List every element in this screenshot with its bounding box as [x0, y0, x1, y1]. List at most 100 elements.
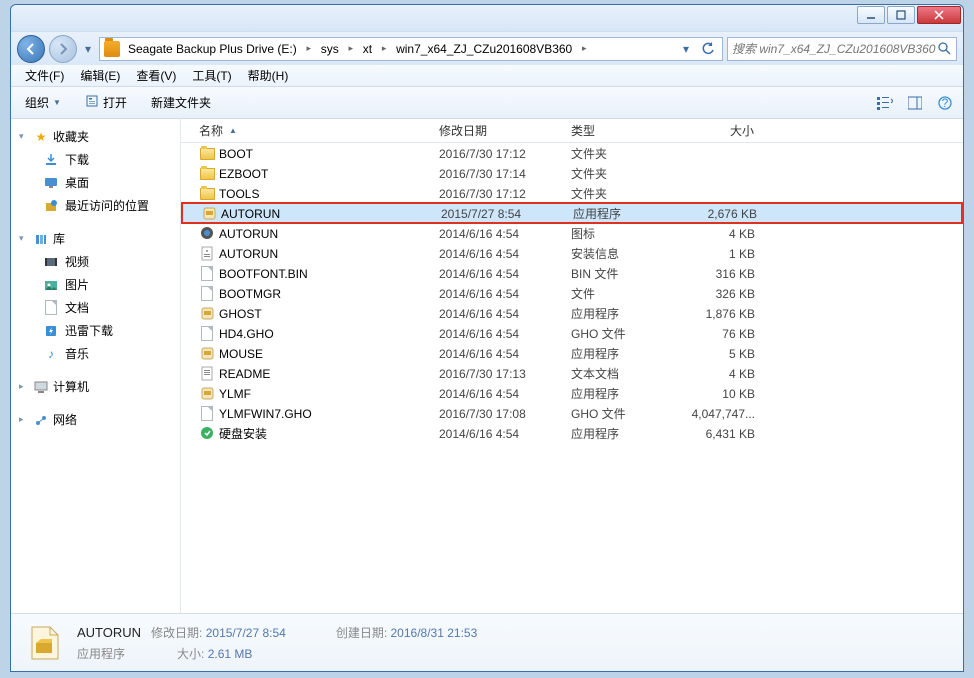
- sidebar-item-pictures[interactable]: 图片: [11, 273, 180, 296]
- file-size: 4 KB: [677, 367, 769, 381]
- chevron-right-icon[interactable]: ▸: [345, 38, 357, 60]
- file-date: 2014/6/16 4:54: [433, 287, 565, 301]
- file-name: 硬盘安装: [219, 425, 267, 442]
- menu-edit[interactable]: 编辑(E): [74, 65, 126, 86]
- refresh-button[interactable]: [698, 39, 718, 59]
- file-row[interactable]: EZBOOT2016/7/30 17:14文件夹: [181, 163, 963, 183]
- col-type[interactable]: 类型: [565, 119, 677, 142]
- file-row[interactable]: YLMF2014/6/16 4:54应用程序10 KB: [181, 383, 963, 403]
- file-row[interactable]: MOUSE2014/6/16 4:54应用程序5 KB: [181, 343, 963, 363]
- maximize-button[interactable]: [887, 6, 915, 24]
- sidebar-favorites[interactable]: ▾ ★ 收藏夹: [11, 125, 180, 148]
- file-row[interactable]: 硬盘安装2014/6/16 4:54应用程序6,431 KB: [181, 423, 963, 443]
- minimize-button[interactable]: [857, 6, 885, 24]
- menu-tools[interactable]: 工具(T): [186, 65, 237, 86]
- crumb-3[interactable]: win7_x64_ZJ_CZu201608VB360: [392, 38, 576, 60]
- file-name: HD4.GHO: [219, 327, 274, 341]
- file-row[interactable]: AUTORUN2014/6/16 4:54图标4 KB: [181, 223, 963, 243]
- forward-button[interactable]: [49, 35, 77, 63]
- file-icon: [199, 426, 215, 442]
- file-row[interactable]: BOOTFONT.BIN2014/6/16 4:54BIN 文件316 KB: [181, 263, 963, 283]
- file-row[interactable]: AUTORUN2015/7/27 8:54应用程序2,676 KB: [181, 202, 963, 224]
- file-row[interactable]: GHOST2014/6/16 4:54应用程序1,876 KB: [181, 303, 963, 323]
- chevron-down-icon: ▼: [53, 98, 61, 107]
- open-button[interactable]: 打开: [79, 92, 133, 113]
- file-name: BOOTFONT.BIN: [219, 267, 308, 281]
- file-list-area: 名称▲ 修改日期 类型 大小 BOOT2016/7/30 17:12文件夹EZB…: [181, 119, 963, 613]
- col-name[interactable]: 名称▲: [181, 119, 433, 142]
- col-date[interactable]: 修改日期: [433, 119, 565, 142]
- file-date: 2014/6/16 4:54: [433, 387, 565, 401]
- details-type: 应用程序: [77, 645, 125, 662]
- sidebar-libraries[interactable]: ▾ 库: [11, 227, 180, 250]
- file-name: YLMF: [219, 387, 251, 401]
- file-type: 图标: [565, 225, 677, 242]
- organize-button[interactable]: 组织 ▼: [19, 92, 67, 113]
- new-folder-button[interactable]: 新建文件夹: [145, 92, 217, 113]
- search-icon[interactable]: [936, 42, 952, 55]
- addr-dropdown[interactable]: ▾: [676, 39, 696, 59]
- file-name: YLMFWIN7.GHO: [219, 407, 312, 421]
- file-icon: [199, 406, 215, 422]
- close-button[interactable]: [917, 6, 961, 24]
- library-icon: [33, 231, 49, 247]
- sidebar-item-music[interactable]: ♪音乐: [11, 342, 180, 365]
- file-row[interactable]: HD4.GHO2014/6/16 4:54GHO 文件76 KB: [181, 323, 963, 343]
- menu-view[interactable]: 查看(V): [130, 65, 182, 86]
- chevron-right-icon[interactable]: ▸: [378, 38, 390, 60]
- open-icon: [85, 94, 99, 111]
- search-box[interactable]: [727, 37, 957, 61]
- sidebar-item-videos[interactable]: 视频: [11, 250, 180, 273]
- crumb-1[interactable]: sys: [317, 38, 343, 60]
- chevron-right-icon[interactable]: ▸: [303, 38, 315, 60]
- search-input[interactable]: [732, 42, 936, 56]
- sidebar-item-downloads[interactable]: 下载: [11, 148, 180, 171]
- collapse-icon: ▾: [19, 131, 29, 142]
- file-row[interactable]: README2016/7/30 17:13文本文档4 KB: [181, 363, 963, 383]
- sidebar-item-thunder[interactable]: 迅雷下载: [11, 319, 180, 342]
- file-date: 2014/6/16 4:54: [433, 327, 565, 341]
- file-row[interactable]: BOOT2016/7/30 17:12文件夹: [181, 143, 963, 163]
- sidebar-item-desktop[interactable]: 桌面: [11, 171, 180, 194]
- drive-icon: [104, 41, 120, 57]
- crumb-2[interactable]: xt: [359, 38, 376, 60]
- desktop-icon: [43, 175, 59, 191]
- details-size: 2.61 MB: [208, 647, 253, 661]
- file-row[interactable]: BOOTMGR2014/6/16 4:54文件326 KB: [181, 283, 963, 303]
- expand-icon: ▸: [19, 381, 29, 392]
- file-icon: [199, 186, 215, 202]
- menu-help[interactable]: 帮助(H): [242, 65, 295, 86]
- file-icon: [199, 226, 215, 242]
- menu-bar: 文件(F) 编辑(E) 查看(V) 工具(T) 帮助(H): [11, 65, 963, 87]
- crumb-0[interactable]: Seagate Backup Plus Drive (E:): [124, 38, 301, 60]
- file-date: 2014/6/16 4:54: [433, 347, 565, 361]
- titlebar: [11, 5, 963, 31]
- file-name: TOOLS: [219, 187, 259, 201]
- preview-pane-button[interactable]: [905, 93, 925, 113]
- file-row[interactable]: AUTORUN2014/6/16 4:54安装信息1 KB: [181, 243, 963, 263]
- sidebar-network[interactable]: ▸ 网络: [11, 408, 180, 431]
- details-pane: AUTORUN 修改日期: 2015/7/27 8:54 创建日期: 2016/…: [11, 613, 963, 671]
- sidebar-computer[interactable]: ▸ 计算机: [11, 375, 180, 398]
- col-size[interactable]: 大小: [677, 119, 769, 142]
- menu-file[interactable]: 文件(F): [19, 65, 70, 86]
- file-icon: [199, 286, 215, 302]
- address-bar[interactable]: Seagate Backup Plus Drive (E:) ▸ sys ▸ x…: [99, 37, 723, 61]
- file-size: 6,431 KB: [677, 427, 769, 441]
- details-modified: 2015/7/27 8:54: [206, 626, 286, 640]
- file-row[interactable]: TOOLS2016/7/30 17:12文件夹: [181, 183, 963, 203]
- help-button[interactable]: ?: [935, 93, 955, 113]
- view-options-button[interactable]: [875, 93, 895, 113]
- sidebar-item-documents[interactable]: 文档: [11, 296, 180, 319]
- file-date: 2016/7/30 17:13: [433, 367, 565, 381]
- computer-icon: [33, 379, 49, 395]
- sidebar-item-recent[interactable]: 最近访问的位置: [11, 194, 180, 217]
- back-button[interactable]: [17, 35, 45, 63]
- file-row[interactable]: YLMFWIN7.GHO2016/7/30 17:08GHO 文件4,047,7…: [181, 403, 963, 423]
- file-date: 2014/6/16 4:54: [433, 427, 565, 441]
- file-size: 5 KB: [677, 347, 769, 361]
- file-type: 文件: [565, 285, 677, 302]
- file-name: GHOST: [219, 307, 262, 321]
- history-dropdown[interactable]: ▾: [81, 42, 95, 56]
- chevron-right-icon[interactable]: ▸: [578, 38, 590, 60]
